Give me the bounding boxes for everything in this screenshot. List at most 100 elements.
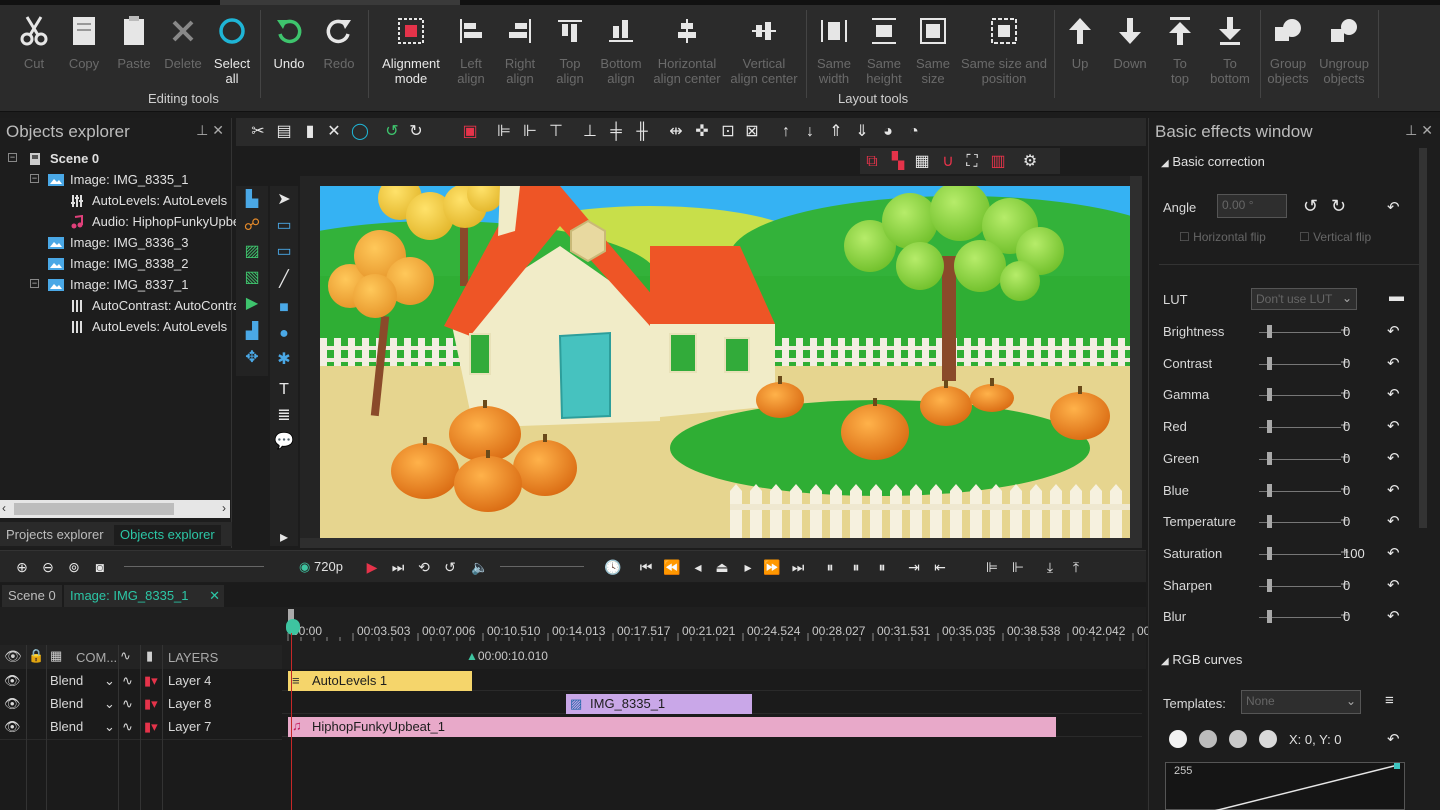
expand-arrow-icon[interactable]: ▸ bbox=[274, 528, 294, 548]
curve-menu-icon[interactable]: ≡ bbox=[1385, 692, 1394, 709]
same-height-button[interactable]: Same height bbox=[860, 12, 908, 94]
reset-icon[interactable]: ↶ bbox=[1387, 354, 1400, 372]
chevron-down-icon[interactable]: ⌄ bbox=[104, 673, 115, 689]
param-slider[interactable]: + bbox=[1259, 607, 1349, 624]
tab-objects-explorer[interactable]: Objects explorer bbox=[114, 525, 221, 545]
bottom-align-button[interactable]: Bottom align bbox=[596, 12, 646, 94]
slider-knob[interactable] bbox=[1267, 610, 1272, 623]
chevron-down-icon[interactable]: ⌄ bbox=[104, 696, 115, 712]
settings-gear-icon[interactable]: ⚙ bbox=[1020, 152, 1040, 172]
delete-button[interactable]: Delete bbox=[158, 12, 208, 94]
angle-input[interactable]: 0.00 ° bbox=[1217, 194, 1287, 218]
canvas-vertical-scrollbar[interactable] bbox=[1130, 176, 1142, 538]
tree-node-audio[interactable]: Audio: HiphopFunkyUpbeat bbox=[70, 211, 251, 232]
cut-button[interactable]: Cut bbox=[10, 12, 58, 94]
slider-knob[interactable] bbox=[1267, 420, 1272, 433]
to-top-button[interactable]: To top bbox=[1158, 12, 1202, 94]
lut-select[interactable]: Don't use LUT ⌄ bbox=[1251, 288, 1357, 310]
reset-icon[interactable]: ↶ bbox=[1387, 198, 1400, 216]
slideshow-icon[interactable]: ▶ bbox=[242, 294, 262, 314]
reset-icon[interactable]: ↶ bbox=[1387, 730, 1400, 748]
trim-icon[interactable]: ⏸ bbox=[846, 557, 866, 577]
jump-out-icon[interactable]: ⇤ bbox=[930, 557, 950, 577]
slider-knob[interactable] bbox=[1267, 357, 1272, 370]
reset-icon[interactable]: ↶ bbox=[1387, 607, 1400, 625]
vertical-flip-checkbox[interactable]: ☐ Vertical flip bbox=[1299, 230, 1371, 244]
text-box-icon[interactable]: ▭ bbox=[274, 216, 294, 236]
param-slider[interactable]: + bbox=[1259, 385, 1349, 402]
rotate-right-icon[interactable]: ↻ bbox=[1331, 196, 1346, 217]
tree-node-effect[interactable]: AutoLevels: AutoLevels bbox=[70, 316, 227, 337]
same-size-position-button[interactable]: Same size and position bbox=[958, 12, 1050, 94]
collapse-toggle-icon[interactable]: − bbox=[30, 174, 39, 183]
rectangle-icon[interactable]: ■ bbox=[274, 298, 294, 318]
reset-icon[interactable]: ↶ bbox=[1387, 449, 1400, 467]
collapse-toggle-icon[interactable]: − bbox=[30, 279, 39, 288]
slider-knob[interactable] bbox=[1267, 452, 1272, 465]
left-align-button[interactable]: Left align bbox=[450, 12, 492, 94]
text-icon[interactable]: T bbox=[274, 380, 294, 400]
animation-icon[interactable]: ☍ bbox=[242, 216, 262, 236]
tree-node-image[interactable]: Image: IMG_8336_3 bbox=[48, 232, 189, 253]
go-to-end-icon[interactable]: ⏭ bbox=[788, 557, 808, 577]
select-all-button[interactable]: Select all bbox=[208, 12, 256, 94]
param-slider[interactable]: + bbox=[1259, 449, 1349, 466]
copy-button[interactable]: Copy bbox=[60, 12, 108, 94]
align-bottom-icon[interactable]: ⊥ bbox=[580, 122, 600, 142]
rgb-curves-section[interactable]: ◢ RGB curves bbox=[1161, 652, 1242, 667]
align-top-icon[interactable]: ⊤ bbox=[546, 122, 566, 142]
effects-icon[interactable]: ▟ bbox=[242, 322, 262, 342]
folder-icon[interactable]: ▬ bbox=[1389, 288, 1404, 305]
tree-node-effect[interactable]: AutoLevels: AutoLevels bbox=[70, 190, 227, 211]
same-position-icon[interactable]: ⊠ bbox=[742, 122, 762, 142]
align-hcenter-icon[interactable]: ╪ bbox=[606, 122, 626, 142]
autolevels-clip[interactable]: ≡ AutoLevels 1 bbox=[288, 671, 472, 691]
slider-knob[interactable] bbox=[1267, 515, 1272, 528]
mute-icon[interactable]: ▮▾ bbox=[144, 719, 158, 735]
objects-explorer-scrollbar[interactable]: ‹ › bbox=[0, 500, 230, 518]
chart-icon[interactable]: ▙ bbox=[242, 190, 262, 210]
paste-icon[interactable]: ▮ bbox=[300, 122, 320, 142]
basic-correction-section[interactable]: ◢ Basic correction bbox=[1161, 154, 1265, 169]
reset-icon[interactable]: ↶ bbox=[1387, 385, 1400, 403]
zoom-in-icon[interactable]: ⊕ bbox=[12, 557, 32, 577]
pin-icon[interactable]: ⊥ ✕ bbox=[1405, 122, 1433, 139]
reset-icon[interactable]: ↶ bbox=[1387, 322, 1400, 340]
horizontal-align-center-button[interactable]: Horizontal align center bbox=[650, 12, 724, 94]
image-clip[interactable]: ▨ IMG_8335_1 bbox=[566, 694, 752, 714]
slider-knob[interactable] bbox=[1267, 579, 1272, 592]
snapshot-icon[interactable]: ◙ bbox=[90, 557, 110, 577]
stop-icon[interactable]: ⏏ bbox=[712, 557, 732, 577]
param-slider[interactable]: + bbox=[1259, 322, 1349, 339]
align-right-icon[interactable]: ⊩ bbox=[520, 122, 540, 142]
tab-projects-explorer[interactable]: Projects explorer bbox=[0, 525, 110, 545]
align-end-icon[interactable]: ⊩ bbox=[1008, 557, 1028, 577]
paste-button[interactable]: Paste bbox=[110, 12, 158, 94]
scrollbar-thumb[interactable] bbox=[14, 503, 174, 515]
tree-node-effect[interactable]: AutoContrast: AutoContrast bbox=[70, 295, 250, 316]
horizontal-flip-checkbox[interactable]: ☐ Horizontal flip bbox=[1179, 230, 1266, 244]
visibility-eye-icon[interactable]: 👁 bbox=[4, 696, 21, 712]
audio-wave-icon[interactable]: ∿ bbox=[122, 719, 133, 735]
tree-node-scene[interactable]: Scene 0 bbox=[28, 148, 99, 169]
group-objects-button[interactable]: Group objects bbox=[1262, 12, 1314, 94]
loop-icon[interactable]: ⟲ bbox=[414, 557, 434, 577]
same-width-icon[interactable]: ⇹ bbox=[666, 122, 686, 142]
select-all-icon[interactable]: ◯ bbox=[350, 122, 370, 142]
preview-quality-select[interactable]: ◉ 720p bbox=[292, 557, 350, 577]
copy-icon[interactable]: ▤ bbox=[274, 122, 294, 142]
speech-bubble-icon[interactable]: 💬 bbox=[274, 432, 294, 452]
play-icon[interactable]: ▶ bbox=[362, 557, 382, 577]
grid-icon[interactable]: ▦ bbox=[912, 152, 932, 172]
audio-wave-icon[interactable]: ∿ bbox=[122, 696, 133, 712]
shape-icon[interactable]: ✱ bbox=[274, 350, 294, 370]
ribbon-active-tab[interactable] bbox=[220, 0, 460, 5]
layer-row[interactable]: 👁 Blend ⌄ ∿ ▮▾ Layer 8 bbox=[0, 693, 282, 715]
alignment-mode-icon[interactable]: ▣ bbox=[460, 122, 480, 142]
param-slider[interactable]: + bbox=[1259, 417, 1349, 434]
channel-blue-button[interactable] bbox=[1259, 730, 1277, 748]
up-button[interactable]: Up bbox=[1058, 12, 1102, 94]
tree-node-image[interactable]: Image: IMG_8338_2 bbox=[48, 253, 189, 274]
same-width-button[interactable]: Same width bbox=[810, 12, 858, 94]
reset-icon[interactable]: ↶ bbox=[1387, 576, 1400, 594]
